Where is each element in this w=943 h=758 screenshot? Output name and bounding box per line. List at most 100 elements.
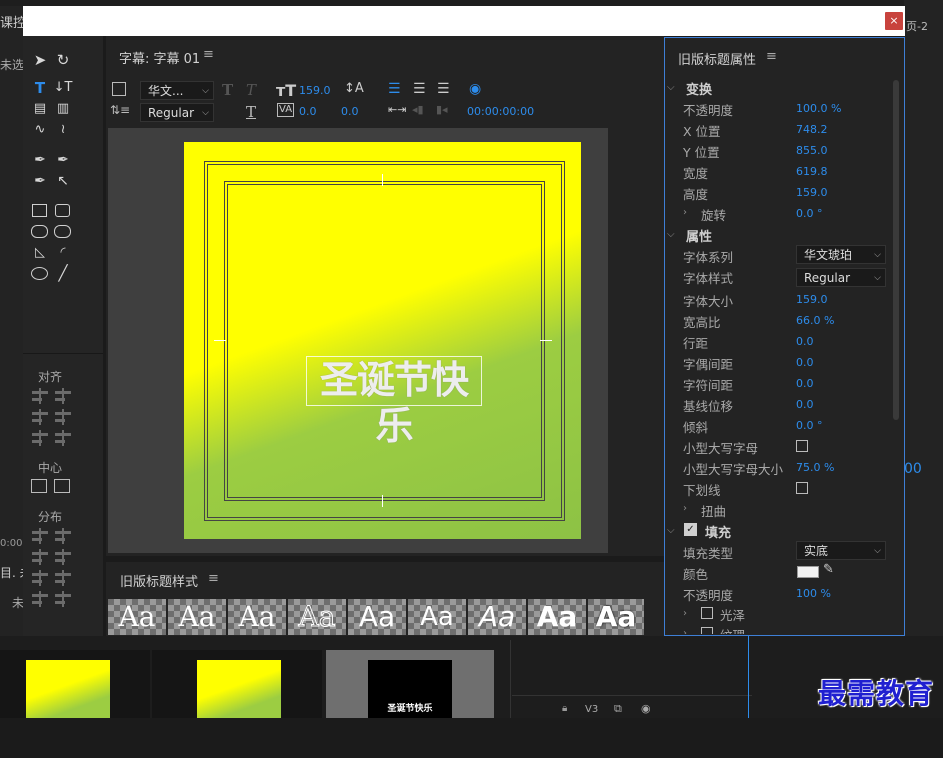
slant-value[interactable]: 0.0 ° [796, 419, 823, 432]
distribute-icon-8[interactable] [55, 591, 71, 607]
style-swatch-5[interactable]: Aa [348, 599, 406, 635]
props-scrollbar[interactable] [893, 80, 899, 420]
align-center-v-icon[interactable] [32, 430, 48, 446]
font-style-select[interactable]: Regular ⌵ [140, 103, 214, 122]
rounded-rectangle-tool-icon[interactable] [55, 204, 70, 217]
font-style-dropdown[interactable]: Regular ⌵ [796, 268, 886, 287]
close-button[interactable]: × [885, 12, 903, 30]
fill-checkbox[interactable]: ✓ [684, 523, 697, 536]
fill-collapse-icon[interactable]: ⌵ [667, 525, 675, 536]
style-swatch-7[interactable]: Aa [468, 599, 526, 635]
align-right-text-icon[interactable]: ☰ [437, 81, 450, 97]
fill-opacity-value[interactable]: 100 % [796, 587, 831, 600]
font-family-select[interactable]: 华文... ⌵ [140, 81, 214, 100]
delete-anchor-tool-icon[interactable]: ✒ [52, 151, 74, 169]
center-horizontal-icon[interactable] [31, 479, 47, 493]
width-value[interactable]: 619.8 [796, 165, 828, 178]
distribute-icon-7[interactable] [32, 591, 48, 607]
vertical-path-type-tool-icon[interactable]: ≀ [52, 121, 74, 139]
align-top-icon[interactable] [55, 409, 71, 425]
style-swatch-4[interactable]: Aa [288, 599, 346, 635]
wedge-tool-icon[interactable]: ◺ [29, 244, 51, 262]
italic-icon[interactable]: T [246, 81, 256, 99]
selection-tool-icon[interactable]: ➤ [29, 51, 51, 69]
align-left-icon[interactable] [32, 388, 48, 404]
tab-stops-icon[interactable]: ⇅≡ [110, 103, 130, 117]
texture-checkbox[interactable] [701, 627, 713, 634]
distribute-icon-2[interactable] [55, 528, 71, 544]
line-tool-icon[interactable]: ╱ [52, 264, 74, 282]
align-center-text-icon[interactable]: ☰ [413, 81, 426, 97]
sheen-checkbox[interactable] [701, 607, 713, 619]
track-sync-icon[interactable]: ⧉ [614, 702, 622, 716]
height-value[interactable]: 159.0 [796, 186, 828, 199]
style-swatch-8[interactable]: Aa [528, 599, 586, 635]
x-position-value[interactable]: 748.2 [796, 123, 828, 136]
rounded-corner-rectangle-tool-icon[interactable] [31, 225, 48, 238]
clip-thumbnail-title[interactable]: 圣诞节快乐 [368, 660, 452, 718]
clip-thumbnail-2[interactable] [197, 660, 281, 718]
vertical-area-type-tool-icon[interactable]: ▥ [52, 100, 74, 118]
vertical-type-tool-icon[interactable]: ↓T [52, 79, 74, 97]
align-right-icon[interactable] [55, 388, 71, 404]
distort-expand-icon[interactable]: › [683, 503, 687, 514]
ellipse-tool-icon[interactable] [31, 267, 48, 280]
kerning-prop-value[interactable]: 0.0 [796, 356, 814, 369]
area-type-tool-icon[interactable]: ▤ [29, 100, 51, 118]
title-text-object[interactable]: 圣诞节快乐 [306, 356, 482, 448]
bold-icon[interactable]: T [222, 81, 233, 99]
fill-type-dropdown[interactable]: 实底 ⌵ [796, 541, 886, 560]
rotation-tool-icon[interactable]: ↻ [52, 51, 74, 69]
rectangle-tool-icon[interactable] [32, 204, 47, 217]
background-video-icon[interactable] [112, 82, 126, 96]
show-background-video-icon[interactable]: ◉ [469, 81, 481, 97]
leading-value[interactable]: 0.0 [796, 335, 814, 348]
fill-color-swatch[interactable] [797, 566, 819, 578]
properties-header[interactable]: 属性 [686, 226, 712, 245]
arc-tool-icon[interactable]: ◜ [52, 244, 74, 262]
transform-collapse-icon[interactable]: ⌵ [667, 82, 675, 93]
small-caps-size-value[interactable]: 75.0 % [796, 461, 834, 474]
y-position-value[interactable]: 855.0 [796, 144, 828, 157]
align-bottom-icon[interactable] [55, 430, 71, 446]
aspect-value[interactable]: 66.0 % [796, 314, 834, 327]
title-artboard[interactable] [184, 142, 581, 539]
sheen-expand-icon[interactable]: › [683, 608, 687, 619]
rotation-value[interactable]: 0.0 ° [796, 207, 823, 220]
eyedropper-icon[interactable]: ✎ [823, 562, 834, 577]
transform-header[interactable]: 变换 [686, 79, 712, 98]
distribute-icon-1[interactable] [32, 528, 48, 544]
style-swatch-9[interactable]: Aa [588, 599, 644, 635]
track-lock-icon[interactable]: 🔒︎ [562, 703, 567, 714]
texture-expand-icon[interactable]: › [683, 628, 687, 634]
style-swatch-6[interactable]: Aa [408, 599, 466, 635]
center-vertical-icon[interactable] [54, 479, 70, 493]
font-size-prop-value[interactable]: 159.0 [796, 293, 828, 306]
align-left-text-icon[interactable]: ☰ [388, 81, 401, 97]
opacity-value[interactable]: 100.0 % [796, 102, 841, 115]
track-eye-icon[interactable]: ◉ [641, 702, 651, 715]
style-swatch-2[interactable]: Aa [168, 599, 226, 635]
rotation-expand-icon[interactable]: › [683, 207, 687, 218]
tracking-prop-value[interactable]: 0.0 [796, 377, 814, 390]
tracking-value[interactable]: 0.0 [341, 105, 359, 118]
fill-header[interactable]: 填充 [705, 522, 731, 541]
type-tool-icon[interactable]: T [29, 79, 51, 97]
underline-icon[interactable]: T [246, 103, 256, 121]
baseline-value[interactable]: 0.0 [796, 398, 814, 411]
timecode[interactable]: 00:00:00:00 [467, 105, 534, 118]
font-size-value[interactable]: 159.0 [299, 84, 331, 97]
convert-anchor-tool-icon[interactable]: ↖ [52, 172, 74, 190]
properties-collapse-icon[interactable]: ⌵ [667, 229, 675, 240]
tab-stops-ruler-icon[interactable]: ⇤⇥ [388, 103, 406, 116]
styles-menu-icon[interactable]: ≡ [208, 571, 219, 586]
distribute-icon-3[interactable] [32, 549, 48, 565]
distribute-icon-5[interactable] [32, 570, 48, 586]
small-caps-checkbox[interactable] [796, 440, 808, 452]
clipped-corner-rectangle-tool-icon[interactable] [54, 225, 71, 238]
style-swatch-1[interactable]: Aa [108, 599, 166, 635]
pen-tool-icon[interactable]: ✒ [29, 151, 51, 169]
clip-thumbnail-1[interactable] [26, 660, 110, 718]
style-swatch-3[interactable]: Aa [228, 599, 286, 635]
kerning-value[interactable]: 0.0 [299, 105, 317, 118]
